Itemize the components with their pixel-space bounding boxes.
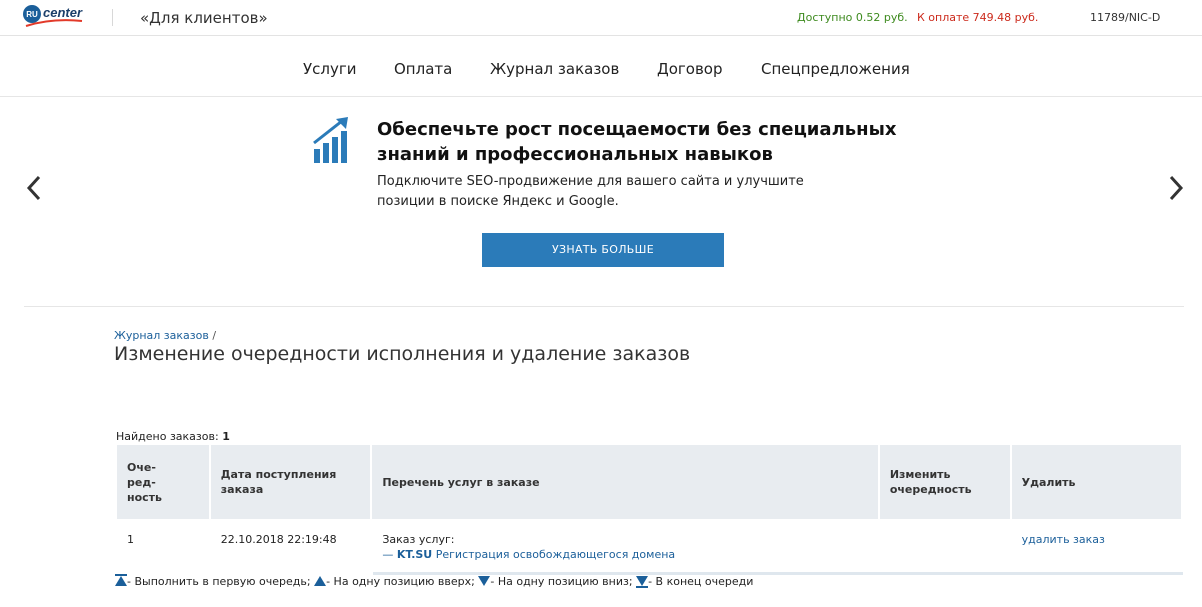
domain-link[interactable]: KT.SU [397, 548, 432, 561]
chevron-left-icon[interactable] [24, 175, 44, 201]
legend-last: - В конец очереди [648, 575, 754, 588]
legend-down: - На одну позицию вниз; [490, 575, 633, 588]
ru-center-logo[interactable]: RU center [22, 4, 92, 30]
cell-services: Заказ услуг: — KT.SU Регистрация освобож… [372, 519, 877, 568]
move-down-icon [478, 576, 491, 586]
order-item-dash: — [382, 548, 394, 561]
account-id[interactable]: 11789/NIC-D [1090, 11, 1160, 24]
cell-change-order [880, 519, 1010, 568]
client-area-title[interactable]: «Для клиентов» [140, 9, 268, 27]
move-up-icon [314, 576, 327, 586]
orders-table: Оче- ред- ность Дата поступления заказа … [115, 445, 1183, 568]
nav-item-payment[interactable]: Оплата [394, 60, 452, 78]
balance-available: Доступно 0.52 руб. [797, 11, 908, 24]
nav-item-order-log[interactable]: Журнал заказов [490, 60, 619, 78]
main-nav: Услуги Оплата Журнал заказов Договор Спе… [0, 37, 1202, 97]
header-divider [112, 9, 113, 26]
svg-text:center: center [43, 5, 83, 20]
orders-found-label: Найдено заказов: [116, 430, 219, 443]
table-row: 1 22.10.2018 22:19:48 Заказ услуг: — KT.… [117, 519, 1181, 568]
banner-title: Обеспечьте рост посещаемости без специал… [377, 119, 897, 165]
chevron-right-icon[interactable] [1166, 175, 1186, 201]
learn-more-button[interactable]: УЗНАТЬ БОЛЬШЕ [482, 233, 724, 267]
cell-queue: 1 [127, 533, 134, 546]
column-header-queue: Оче- ред- ность [117, 445, 209, 519]
page-title: Изменение очередности исполнения и удале… [114, 343, 691, 365]
balance-due[interactable]: К оплате 749.48 руб. [917, 11, 1038, 24]
cell-delete: удалить заказ [1012, 519, 1181, 568]
queue-legend: - Выполнить в первую очередь; - На одну … [115, 575, 753, 588]
cell-date: 22.10.2018 22:19:48 [220, 533, 337, 546]
order-item: — KT.SU Регистрация освобождающегося дом… [382, 547, 867, 562]
orders-found: Найдено заказов: 1 [116, 430, 230, 443]
nav-item-contract[interactable]: Договор [657, 60, 723, 78]
table-header-row: Оче- ред- ность Дата поступления заказа … [117, 445, 1181, 519]
breadcrumb-separator: / [212, 329, 217, 342]
breadcrumb-order-log-link[interactable]: Журнал заказов [114, 329, 209, 342]
column-header-services: Перечень услуг в заказе [372, 445, 878, 519]
banner-text: Подключите SEO-продвижение для вашего са… [377, 174, 804, 209]
service-link[interactable]: Регистрация освобождающегося домена [436, 548, 675, 561]
legend-up: - На одну позицию вверх; [326, 575, 475, 588]
svg-text:RU: RU [26, 10, 38, 19]
top-bar: RU center «Для клиентов» Доступно 0.52 р… [0, 0, 1202, 36]
move-last-icon [636, 576, 649, 586]
growth-chart-icon [313, 117, 348, 163]
promo-banner: Обеспечьте рост посещаемости без специал… [24, 97, 1184, 307]
nav-item-services[interactable]: Услуги [303, 60, 356, 78]
nav-item-special-offers[interactable]: Спецпредложения [761, 60, 910, 78]
column-header-date: Дата поступления заказа [210, 445, 371, 519]
order-label: Заказ услуг: [382, 533, 455, 546]
breadcrumb: Журнал заказов / [114, 329, 216, 342]
delete-order-link[interactable]: удалить заказ [1022, 533, 1105, 546]
legend-first: - Выполнить в первую очередь; [127, 575, 311, 588]
column-header-change-order: Изменить очередность [879, 445, 1010, 519]
orders-found-count: 1 [222, 430, 230, 443]
column-header-delete: Удалить [1011, 445, 1181, 519]
move-first-icon [115, 576, 127, 586]
